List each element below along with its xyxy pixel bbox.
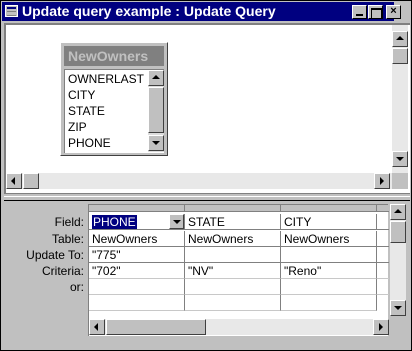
grid-cell-field[interactable] [377, 214, 389, 230]
grid-cell-table[interactable] [377, 231, 389, 247]
grid-cell-or[interactable] [377, 279, 389, 295]
field-item-city[interactable]: CITY [68, 88, 144, 103]
row-label-criteria: Criteria: [41, 264, 84, 278]
grid-cell-empty[interactable] [281, 295, 377, 311]
grid-cell-criteria[interactable]: "Reno" [281, 263, 377, 279]
title-bar[interactable]: Update query example : Update Query × [2, 2, 401, 21]
row-label-table: Table: [51, 232, 84, 246]
maximize-button[interactable] [368, 5, 383, 19]
grid-cell-empty[interactable] [89, 295, 185, 311]
grid-cell-table[interactable]: NewOwners [281, 231, 377, 247]
grid-cell-criteria[interactable]: "NV" [185, 263, 281, 279]
pane-splitter[interactable] [4, 193, 410, 201]
query-window: Update query example : Update Query × Ne… [0, 0, 412, 351]
scroll-right-arrow-icon[interactable] [373, 319, 389, 335]
scroll-up-arrow-icon[interactable] [148, 70, 164, 86]
field-list-newowners[interactable]: NewOwners OWNERLASTN CITY STATE ZIP PHON… [60, 42, 168, 156]
grid-cell-table[interactable]: NewOwners [89, 231, 185, 247]
field-value-selected: PHONE [92, 215, 137, 229]
grid-cell-field[interactable]: CITY [281, 214, 377, 230]
scroll-down-arrow-icon[interactable] [390, 300, 406, 316]
scroll-up-arrow-icon[interactable] [392, 31, 408, 47]
scroll-corner [392, 173, 408, 189]
field-item-zip[interactable]: ZIP [68, 120, 144, 135]
query-window-icon[interactable] [5, 5, 18, 17]
design-grid[interactable]: PHONE NewOwners "775" "702" STATE NewOwn… [88, 204, 389, 336]
row-label-field: Field: [54, 215, 84, 229]
close-button[interactable]: × [386, 5, 401, 19]
grid-cell-or[interactable] [89, 279, 185, 295]
field-list-scroll-thumb[interactable] [148, 87, 164, 133]
grid-hscroll[interactable] [89, 319, 389, 335]
table-pane[interactable]: NewOwners OWNERLASTN CITY STATE ZIP PHON… [4, 23, 410, 193]
grid-cell-table[interactable]: NewOwners [185, 231, 281, 247]
scroll-down-arrow-icon[interactable] [392, 151, 408, 167]
table-pane-hscroll-thumb[interactable] [23, 173, 39, 189]
field-list-scrollbar[interactable] [148, 70, 164, 152]
scroll-up-arrow-icon[interactable] [390, 204, 406, 220]
grid-vscroll[interactable] [390, 204, 406, 316]
field-list-title[interactable]: NewOwners [64, 46, 164, 66]
grid-cell-criteria[interactable]: "702" [89, 263, 185, 279]
scroll-left-arrow-icon[interactable] [6, 173, 22, 189]
grid-cell-or[interactable] [185, 279, 281, 295]
row-label-or: or: [69, 280, 84, 294]
grid-cell-update-to[interactable] [185, 247, 281, 263]
scroll-right-arrow-icon[interactable] [374, 173, 390, 189]
column-selector[interactable] [89, 205, 185, 212]
grid-cell-update-to[interactable]: "775" [89, 247, 185, 263]
minimize-button[interactable] [352, 5, 367, 19]
scroll-left-arrow-icon[interactable] [89, 319, 105, 335]
column-selector[interactable] [185, 205, 281, 212]
chevron-down-icon[interactable] [169, 214, 184, 229]
design-grid-pane: Field: Table: Update To: Criteria: or: P… [4, 202, 410, 349]
grid-hscroll-thumb[interactable] [106, 319, 206, 335]
field-item-state[interactable]: STATE [68, 104, 144, 119]
grid-cell-or[interactable] [281, 279, 377, 295]
scroll-down-arrow-icon[interactable] [148, 135, 164, 151]
table-pane-vscroll[interactable] [392, 25, 408, 173]
column-selector[interactable] [281, 205, 377, 212]
close-icon: × [390, 5, 397, 17]
column-selector[interactable] [377, 205, 389, 212]
window-title: Update query example : Update Query [22, 3, 276, 19]
grid-cell-field[interactable]: STATE [185, 214, 281, 230]
field-item-phone[interactable]: PHONE [68, 136, 144, 151]
grid-cell-update-to[interactable] [377, 247, 389, 263]
grid-cell-empty[interactable] [185, 295, 281, 311]
field-item-ownerlastname[interactable]: OWNERLASTN [68, 72, 144, 87]
grid-cell-update-to[interactable] [281, 247, 377, 263]
table-pane-hscroll[interactable] [6, 173, 392, 189]
table-pane-vscroll-thumb[interactable] [392, 48, 408, 64]
grid-cell-criteria[interactable] [377, 263, 389, 279]
grid-vscroll-thumb[interactable] [390, 221, 406, 243]
row-label-update-to: Update To: [26, 248, 84, 262]
field-list-box[interactable]: OWNERLASTN CITY STATE ZIP PHONE [64, 69, 164, 153]
